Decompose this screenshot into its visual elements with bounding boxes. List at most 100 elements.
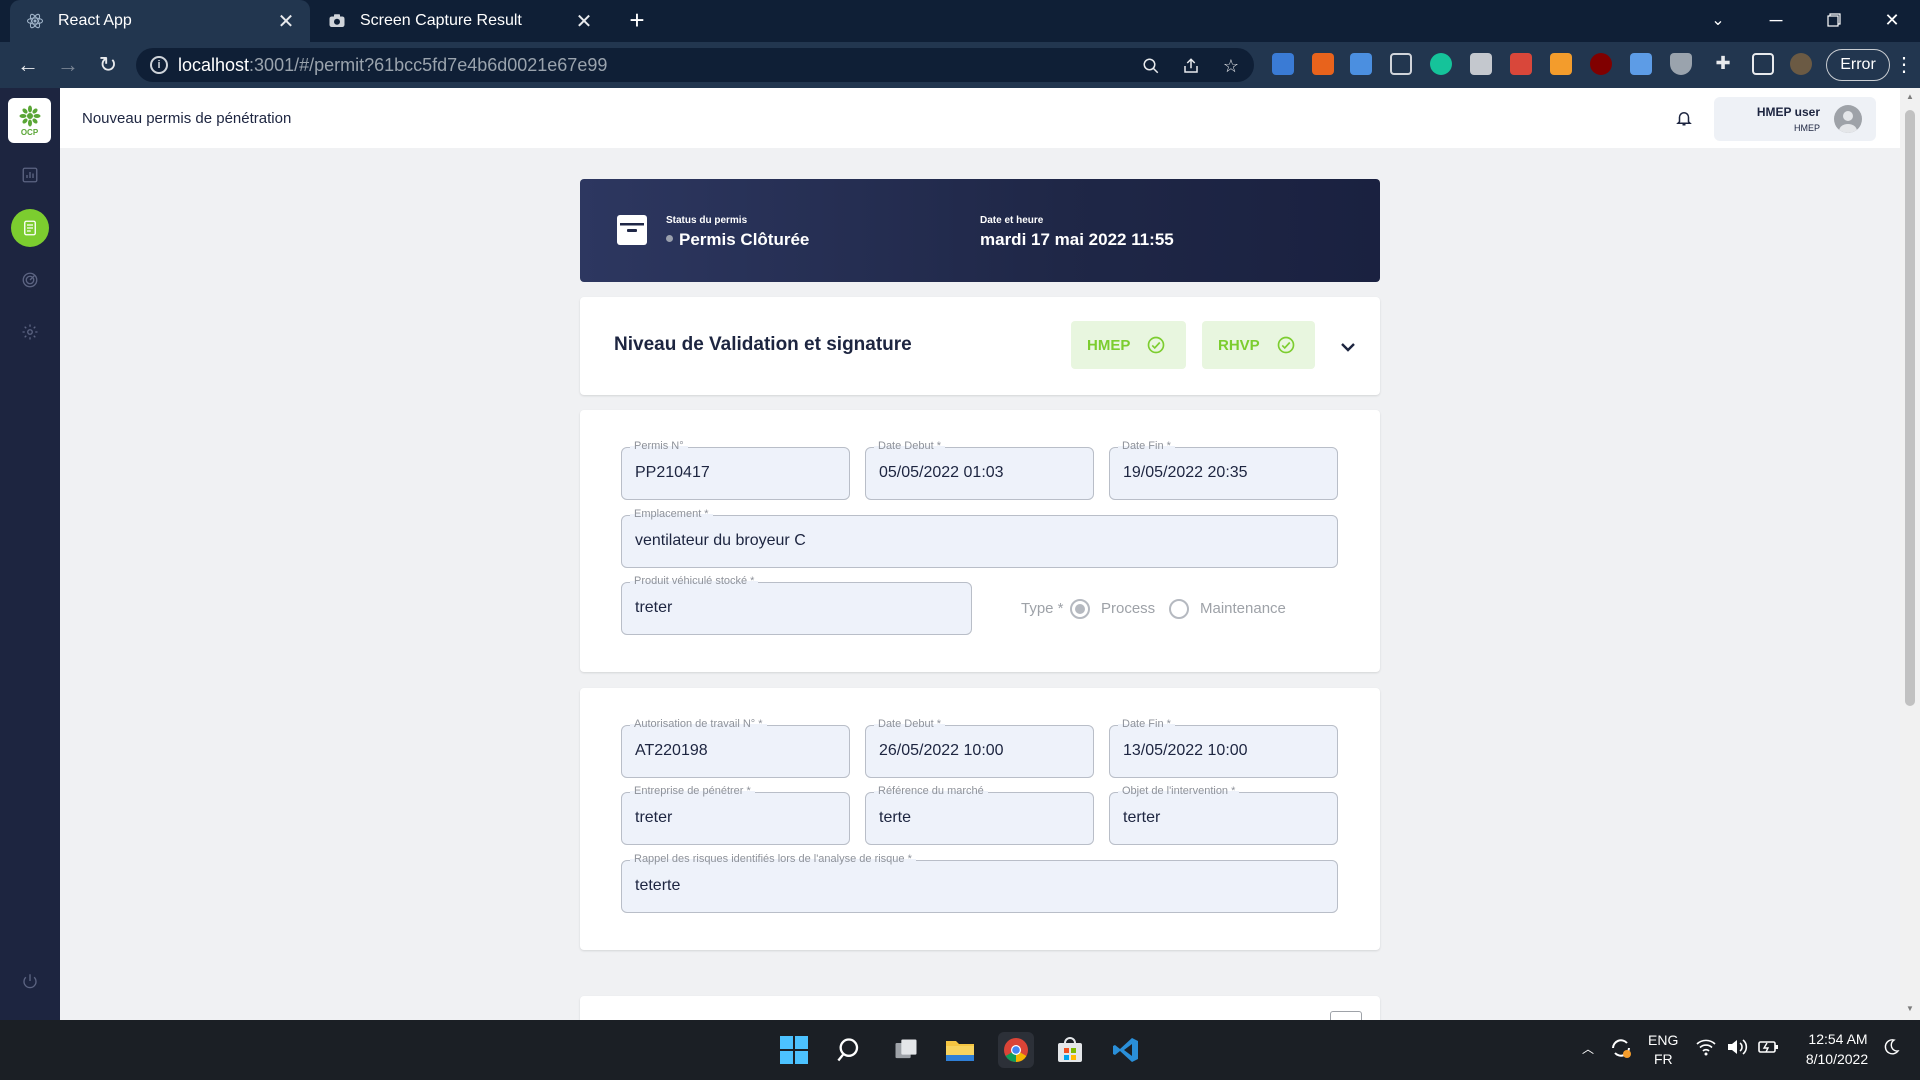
ocp-logo[interactable]: OCP [8, 98, 51, 143]
chevron-down-icon[interactable] [1336, 335, 1360, 359]
bookmark-star-icon[interactable]: ☆ [1220, 55, 1242, 77]
extension-red-icon[interactable] [1510, 53, 1532, 75]
close-icon[interactable]: ✕ [572, 9, 596, 34]
tab-screen-capture[interactable]: Screen Capture Result ✕ [312, 0, 608, 42]
type-label: Type * [1021, 600, 1064, 617]
next-card [580, 996, 1380, 1020]
sidebar-item-logout[interactable] [11, 962, 49, 1000]
entreprise-field[interactable]: Entreprise de pénétrer * treter [621, 785, 850, 845]
next-card-control[interactable] [1330, 1011, 1362, 1020]
status-label: Status du permis [666, 215, 748, 226]
ublock-icon[interactable] [1590, 53, 1612, 75]
type-maintenance-radio[interactable] [1169, 599, 1189, 619]
file-explorer-icon[interactable] [942, 1032, 978, 1068]
auth-date-debut-field[interactable]: Date Debut * 26/05/2022 10:00 [865, 718, 1094, 778]
extension-screen-icon[interactable] [1630, 53, 1652, 75]
user-name: HMEP user [1756, 105, 1820, 119]
objet-field[interactable]: Objet de l'intervention * terter [1109, 785, 1338, 845]
produit-field[interactable]: Produit véhiculé stocké * treter [621, 575, 972, 635]
restore-button[interactable] [1806, 0, 1862, 40]
task-view-icon[interactable] [888, 1032, 924, 1068]
sync-icon[interactable] [1608, 1036, 1634, 1062]
react-icon [26, 12, 44, 30]
type-process-radio[interactable] [1070, 599, 1090, 619]
new-tab-button[interactable]: + [622, 6, 652, 36]
extension-camera-icon[interactable] [1470, 53, 1492, 75]
gear-icon [22, 324, 38, 340]
app-header: Nouveau permis de pénétration HMEP user … [60, 88, 1900, 148]
language-bottom[interactable]: FR [1654, 1051, 1673, 1067]
page-scrollbar[interactable]: ▲ ▼ [1900, 88, 1920, 1020]
windows-taskbar: ︿ ENG FR 12:54 AM 8/10/2022 [0, 1020, 1920, 1080]
document-icon [24, 220, 36, 236]
scroll-down-arrow[interactable]: ▼ [1905, 1004, 1915, 1013]
sidebar-item-settings[interactable] [11, 313, 49, 351]
auth-date-fin-field[interactable]: Date Fin * 13/05/2022 10:00 [1109, 718, 1338, 778]
volume-icon[interactable] [1726, 1038, 1748, 1059]
avatar [1834, 105, 1862, 133]
shield-icon[interactable] [1670, 53, 1692, 75]
side-panel-icon[interactable] [1752, 53, 1774, 75]
authorization-card: Autorisation de travail N° * AT220198 Da… [580, 688, 1380, 950]
validation-badge-hmep: HMEP [1071, 321, 1186, 369]
sidebar-item-permits[interactable] [11, 209, 49, 247]
tab-title: React App [58, 12, 132, 29]
profile-avatar[interactable] [1790, 53, 1812, 75]
battery-icon[interactable] [1758, 1038, 1780, 1059]
browser-toolbar: ← → ↻ i localhost:3001/#/permit?61bcc5fd… [0, 42, 1920, 88]
radar-icon [22, 272, 38, 288]
user-menu[interactable]: HMEP user HMEP [1714, 97, 1876, 141]
validation-card: Niveau de Validation et signature HMEP R… [580, 297, 1380, 395]
date-fin-field[interactable]: Date Fin * 19/05/2022 20:35 [1109, 440, 1338, 500]
tab-search-icon[interactable]: ⌄ [1690, 0, 1746, 40]
validation-badge-rhvp: RHVP [1202, 321, 1315, 369]
validation-title: Niveau de Validation et signature [614, 334, 912, 355]
show-hidden-icons[interactable]: ︿ [1582, 1040, 1594, 1057]
chrome-icon[interactable] [998, 1032, 1034, 1068]
vscode-icon[interactable] [1108, 1032, 1144, 1068]
emplacement-field[interactable]: Emplacement * ventilateur du broyeur C [621, 508, 1338, 568]
scroll-up-arrow[interactable]: ▲ [1905, 92, 1915, 101]
extension-crop-icon[interactable] [1390, 53, 1412, 75]
sidebar-item-radar[interactable] [11, 261, 49, 299]
extension-off-icon[interactable] [1312, 53, 1334, 75]
language-top[interactable]: ENG [1648, 1032, 1678, 1048]
address-bar[interactable]: i localhost:3001/#/permit?61bcc5fd7e4b6d… [136, 48, 1254, 82]
auth-number-field[interactable]: Autorisation de travail N° * AT220198 [621, 718, 850, 778]
scrollbar-thumb[interactable] [1905, 110, 1915, 706]
minimize-button[interactable]: ─ [1748, 0, 1804, 40]
clock-date[interactable]: 8/10/2022 [1798, 1051, 1876, 1067]
menu-icon[interactable]: ⋮ [1894, 52, 1914, 78]
focus-moon-icon[interactable] [1882, 1038, 1900, 1059]
permit-number-field[interactable]: Permis N° PP210417 [621, 440, 850, 500]
sidebar-item-dashboard[interactable] [11, 156, 49, 194]
windows-start-icon[interactable] [776, 1032, 812, 1068]
close-window-button[interactable]: ✕ [1864, 0, 1920, 40]
share-icon[interactable] [1180, 55, 1202, 77]
extension-grid-icon[interactable] [1350, 53, 1372, 75]
close-icon[interactable]: ✕ [274, 9, 298, 34]
store-icon[interactable] [1052, 1032, 1088, 1068]
site-info-icon[interactable]: i [150, 56, 168, 74]
tab-react-app[interactable]: React App ✕ [10, 0, 310, 42]
reload-button[interactable]: ↻ [94, 51, 122, 79]
browser-tab-bar: React App ✕ Screen Capture Result ✕ + ⌄ … [0, 0, 1920, 42]
extension-orange-icon[interactable] [1550, 53, 1572, 75]
date-debut-field[interactable]: Date Debut * 05/05/2022 01:03 [865, 440, 1094, 500]
bell-icon[interactable] [1672, 106, 1696, 130]
reference-field[interactable]: Référence du marché terte [865, 785, 1094, 845]
grammarly-icon[interactable] [1430, 53, 1452, 75]
check-circle-icon [1277, 336, 1295, 354]
sidebar: OCP [0, 88, 60, 1020]
zoom-icon[interactable] [1140, 55, 1162, 77]
search-icon[interactable] [832, 1032, 868, 1068]
type-maintenance-label: Maintenance [1200, 600, 1286, 617]
rappel-risques-field[interactable]: Rappel des risques identifiés lors de l'… [621, 853, 1338, 913]
wifi-icon[interactable] [1696, 1038, 1716, 1059]
profile-error-button[interactable]: Error [1826, 49, 1890, 81]
puzzle-icon[interactable]: ✚ [1712, 53, 1734, 75]
extension-pen-icon[interactable] [1272, 53, 1294, 75]
clock-time[interactable]: 12:54 AM [1800, 1031, 1876, 1047]
back-button[interactable]: ← [14, 51, 42, 79]
forward-button[interactable]: → [54, 51, 82, 79]
